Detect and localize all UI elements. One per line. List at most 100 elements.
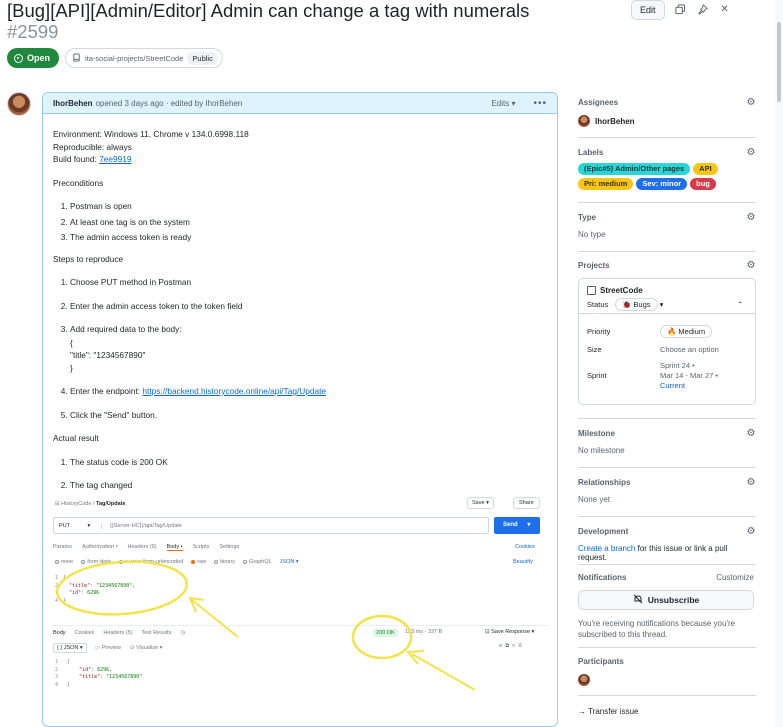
body-type-form-data: form-data: [81, 559, 111, 565]
unsubscribe-label: Unsubscribe: [647, 595, 700, 605]
sprint-field[interactable]: Sprint 24 • Mar 14 - Mar 27 • Current: [660, 361, 718, 391]
save-response-label: Save Response: [491, 629, 530, 635]
tab-headers: Headers (9): [127, 544, 157, 550]
author-avatar[interactable]: [7, 92, 31, 116]
issue-label[interactable]: API: [693, 163, 718, 175]
relationships-gear-icon[interactable]: ⚙: [746, 478, 756, 488]
actual-heading: Actual result: [53, 433, 99, 443]
tab-scripts: Scripts: [192, 544, 210, 550]
build-label: Build found:: [53, 154, 100, 164]
response-tabs: Body Cookies Headers (5) Test Results ◷: [53, 625, 549, 636]
comment-author[interactable]: IhorBehen: [53, 99, 93, 108]
divider: [578, 137, 756, 138]
body-type-label: none: [61, 559, 74, 565]
radio-icon: [81, 560, 86, 564]
edits-dropdown[interactable]: Edits ▾: [491, 99, 515, 108]
code-line: {: [63, 575, 67, 581]
create-branch-link[interactable]: Create a branch: [578, 544, 635, 553]
status-value: 🐞 Bugs: [615, 298, 658, 311]
comment-options-icon[interactable]: •••: [533, 98, 547, 109]
cookies-link: Cookies: [515, 544, 535, 550]
customize-link[interactable]: Customize: [716, 573, 754, 582]
notifications-section: Notifications Customize Unsubscribe You'…: [578, 573, 756, 640]
issue-label[interactable]: bug: [690, 178, 716, 190]
response-format-select: { } JSON ▾: [53, 643, 87, 653]
steps-list: Choose PUT method in Postman Enter the a…: [70, 276, 547, 421]
edit-button[interactable]: Edit: [631, 0, 665, 20]
preconditions-list: Postman is open At least one tag is on t…: [70, 200, 547, 244]
crumb-root: HistoryCode: [61, 501, 92, 507]
postman-save-button: Save ▾: [467, 497, 494, 509]
collapse-chevron-icon[interactable]: ⌃: [737, 300, 743, 309]
labels-gear-icon[interactable]: ⚙: [746, 148, 756, 158]
edits-label: Edits: [491, 98, 510, 108]
status-label: Status: [587, 300, 609, 309]
transfer-issue-action[interactable]: → Transfer issue: [578, 707, 756, 716]
transfer-label: Transfer issue: [588, 707, 639, 716]
unsubscribe-button[interactable]: Unsubscribe: [578, 590, 754, 610]
body-type-raw: raw: [191, 559, 206, 565]
visualize-label: Visualize: [136, 645, 159, 651]
response-body-code: 1{ 2 "id": 6296, 3 "title": "1234567890"…: [55, 659, 143, 688]
divider: [579, 313, 755, 314]
json-value: 6296,: [97, 666, 113, 673]
copy-icon[interactable]: [675, 4, 687, 16]
participants-section: Participants: [578, 657, 756, 686]
request-tabs: Params Authorization • Headers (9) Body …: [53, 544, 239, 551]
repo-pill[interactable]: ita-social-projects/StreetCode Public: [65, 48, 223, 68]
assignee-name: IhorBehen: [595, 116, 635, 126]
relationships-value: None yet: [578, 495, 611, 504]
divider: [578, 516, 756, 517]
status-field[interactable]: 🐞 Bugs ▾: [615, 298, 663, 311]
preconditions-heading: Preconditions: [53, 177, 104, 188]
projects-heading: Projects: [578, 261, 610, 270]
resp-tab-headers: Headers (5): [103, 630, 133, 636]
save-response-icon: ⊡: [485, 629, 490, 635]
list-item: Click the "Send" button.: [70, 409, 547, 422]
projects-section: Projects ⚙ StreetCode Status 🐞 Bugs ▾ ⌃ …: [578, 261, 756, 405]
divider: [578, 564, 756, 565]
participant-avatar[interactable]: [578, 674, 590, 686]
body-type-label: GraphQL: [249, 559, 272, 565]
preview-label: Preview: [101, 645, 122, 651]
divider: [578, 251, 756, 252]
priority-field[interactable]: 🔥 Medium: [660, 325, 713, 338]
assignee-avatar: [578, 115, 590, 127]
json-key: "title": [69, 582, 91, 589]
scrollbar-thumb[interactable]: [777, 22, 781, 102]
json-value: "1234567890": [106, 674, 143, 680]
projects-gear-icon[interactable]: ⚙: [746, 261, 756, 271]
size-value[interactable]: Choose an option: [660, 345, 719, 354]
assignees-gear-icon[interactable]: ⚙: [746, 98, 756, 108]
milestone-heading: Milestone: [578, 429, 615, 438]
body-type-label: x-www-form-urlencoded: [124, 559, 184, 565]
code-line: "title": "1234567890": [70, 350, 146, 360]
issue-label[interactable]: Sev: minor: [636, 178, 688, 190]
steps-heading: Steps to reproduce: [53, 253, 124, 264]
type-gear-icon[interactable]: ⚙: [746, 213, 756, 223]
endpoint-link[interactable]: https://backend.historycode.online/api/T…: [142, 386, 326, 396]
radio-selected-icon: [191, 560, 196, 564]
labels-section: Labels ⚙ (Epic#5) Admin/Other pages API Pr…: [578, 148, 756, 190]
divider: [578, 467, 756, 468]
postman-url-bar: PUT ▾ {{Server-HC}}/api/Tag/Update: [53, 517, 489, 534]
assignee-item[interactable]: IhorBehen: [578, 115, 756, 127]
method-label: PUT: [59, 522, 70, 529]
radio-icon: [243, 560, 248, 564]
issue-label[interactable]: Pri: medium: [578, 178, 634, 190]
tab-params: Params: [53, 544, 72, 550]
code-line: {: [67, 659, 71, 665]
pin-icon[interactable]: [697, 4, 709, 16]
milestone-gear-icon[interactable]: ⚙: [746, 429, 756, 439]
response-toolbar-icons: ≡⧉⌕⊘: [499, 643, 525, 649]
project-title[interactable]: StreetCode: [587, 286, 643, 295]
build-link[interactable]: 7ee9919: [99, 154, 131, 164]
scrollbar-track[interactable]: [775, 0, 783, 727]
priority-label: Priority: [587, 327, 611, 336]
list-item: The admin access token is ready: [70, 231, 547, 244]
issue-label[interactable]: (Epic#5) Admin/Other pages: [578, 163, 691, 175]
development-gear-icon[interactable]: ⚙: [746, 527, 756, 537]
close-icon[interactable]: ✕: [719, 4, 731, 16]
postman-screenshot[interactable]: ⊟ HistoryCode / Tag/Update Save ▾ Share …: [53, 495, 549, 726]
sprint-dates: Mar 14 - Mar 27 •: [660, 371, 719, 380]
